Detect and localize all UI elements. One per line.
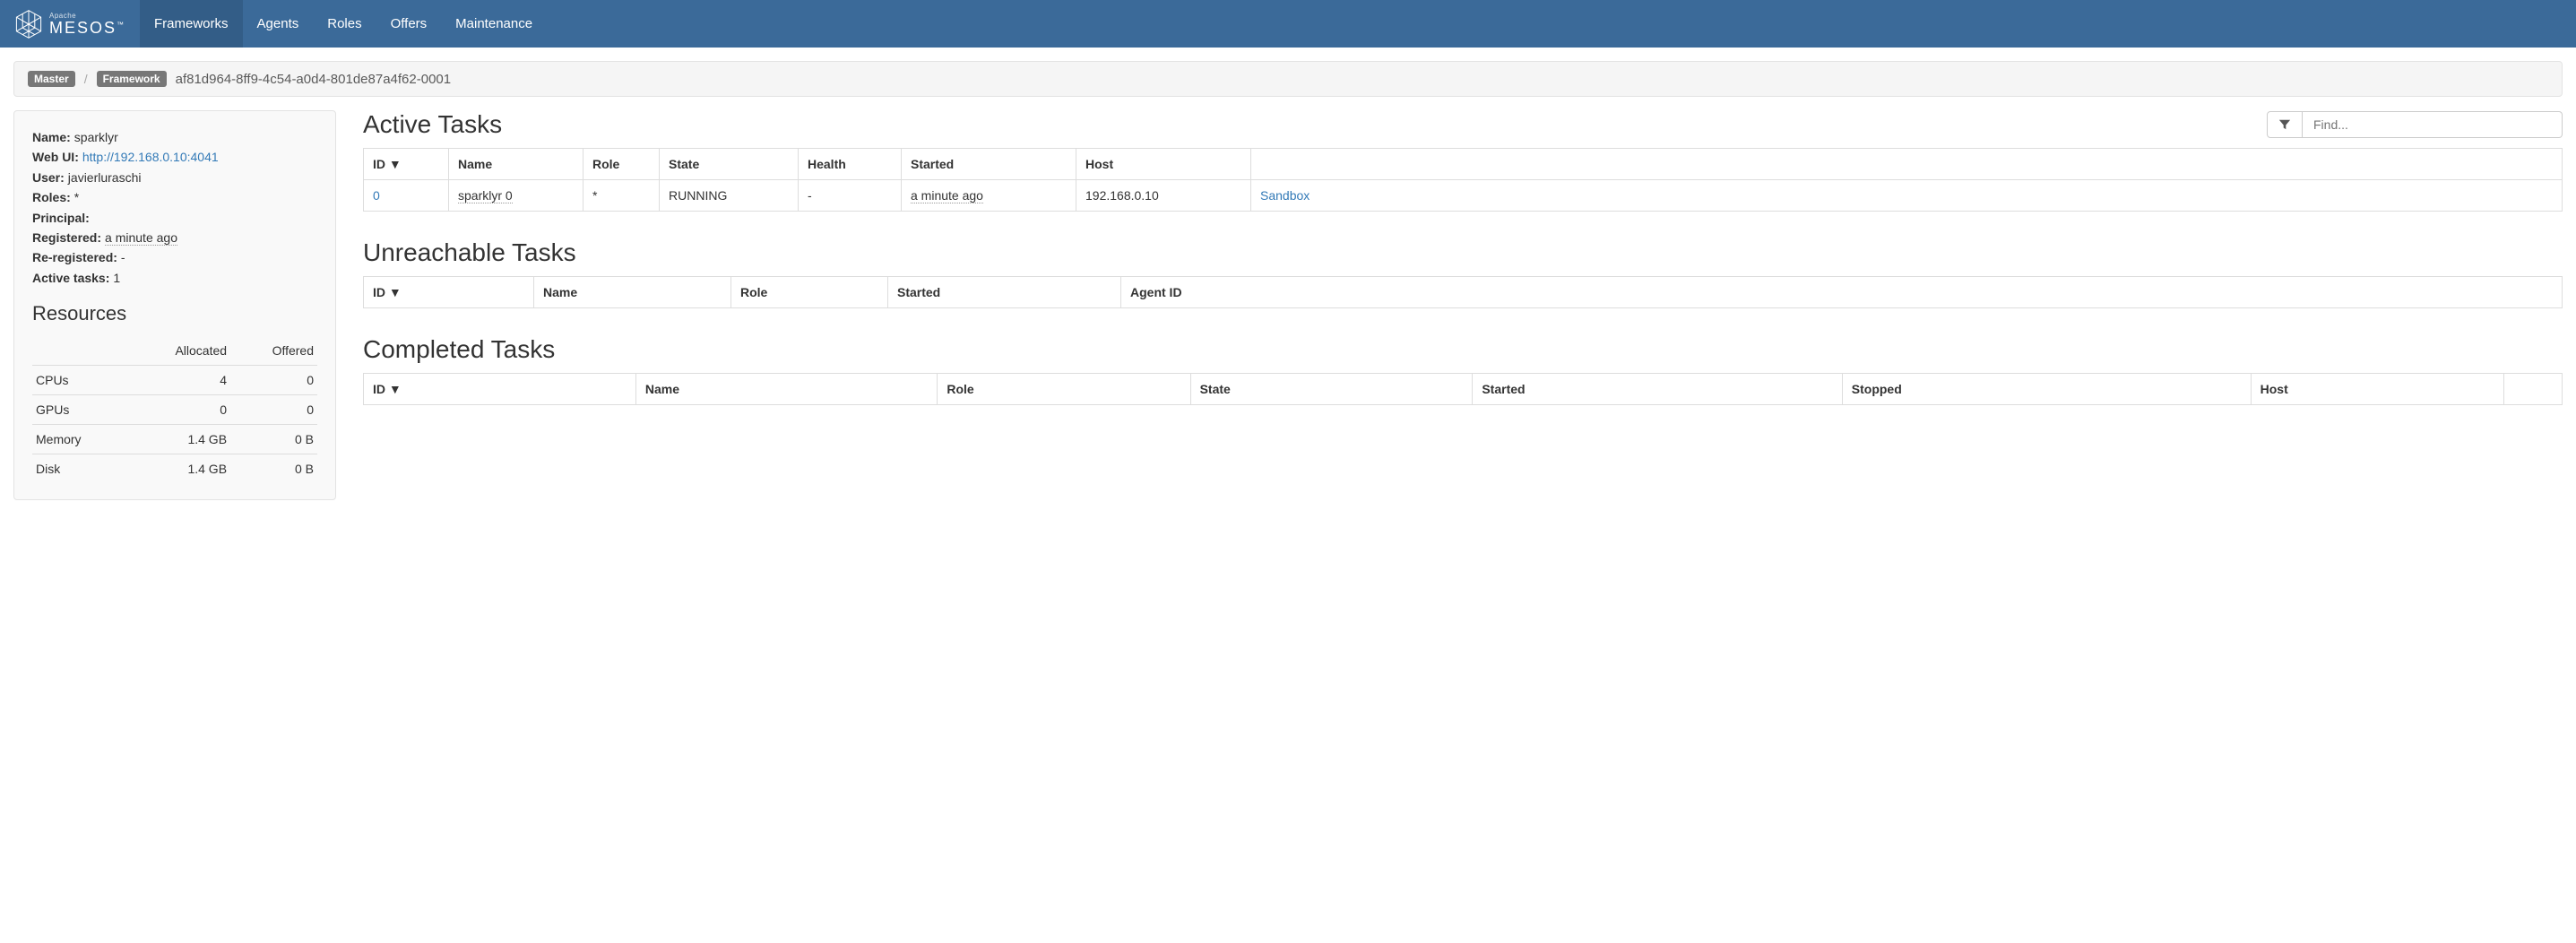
crumb-sep: / <box>84 72 88 86</box>
unreach-col-agent-id[interactable]: Agent ID <box>1121 277 2563 308</box>
nav-roles[interactable]: Roles <box>313 0 376 48</box>
col-offered: Offered <box>230 336 317 366</box>
col-allocated: Allocated <box>125 336 230 366</box>
mesos-cube-icon <box>13 9 44 39</box>
value-active-tasks: 1 <box>113 271 120 285</box>
crumb-master[interactable]: Master <box>28 71 75 87</box>
unreachable-tasks-table: ID ▼ Name Role Started Agent ID <box>363 276 2563 308</box>
comp-col-name[interactable]: Name <box>635 374 937 405</box>
framework-info-panel: Name:sparklyr Web UI:http://192.168.0.10… <box>13 110 336 500</box>
label-roles: Roles: <box>32 190 71 204</box>
label-name: Name: <box>32 130 71 144</box>
unreach-col-id[interactable]: ID ▼ <box>364 277 534 308</box>
active-task-sandbox[interactable]: Sandbox <box>1260 188 1310 203</box>
active-task-started: a minute ago <box>911 188 983 203</box>
value-registered: a minute ago <box>105 230 177 246</box>
active-col-host[interactable]: Host <box>1076 149 1251 180</box>
nav-offers[interactable]: Offers <box>376 0 442 48</box>
crumb-framework-id: af81d964-8ff9-4c54-a0d4-801de87a4f62-000… <box>176 72 452 87</box>
active-task-health: - <box>799 180 902 212</box>
value-web-ui[interactable]: http://192.168.0.10:4041 <box>82 150 219 164</box>
comp-col-stopped[interactable]: Stopped <box>1842 374 2251 405</box>
main-content: Active Tasks ID ▼ Name Role State Health… <box>363 110 2563 500</box>
active-task-role: * <box>583 180 660 212</box>
filter-input[interactable] <box>2303 111 2563 138</box>
comp-col-state[interactable]: State <box>1190 374 1473 405</box>
navbar: Apache MESOS™ Frameworks Agents Roles Of… <box>0 0 2576 48</box>
unreachable-tasks-heading: Unreachable Tasks <box>363 238 2563 267</box>
active-col-state[interactable]: State <box>660 149 799 180</box>
breadcrumb: Master / Framework af81d964-8ff9-4c54-a0… <box>13 61 2563 97</box>
comp-col-role[interactable]: Role <box>938 374 1190 405</box>
nav-frameworks[interactable]: Frameworks <box>140 0 243 48</box>
comp-col-started[interactable]: Started <box>1473 374 1842 405</box>
active-task-id[interactable]: 0 <box>373 188 380 203</box>
completed-tasks-table: ID ▼ Name Role State Started Stopped Hos… <box>363 373 2563 405</box>
unreach-col-started[interactable]: Started <box>888 277 1121 308</box>
active-task-state: RUNNING <box>660 180 799 212</box>
funnel-icon <box>2278 118 2291 131</box>
filter-button[interactable] <box>2267 111 2303 138</box>
sidebar: Name:sparklyr Web UI:http://192.168.0.10… <box>13 110 336 500</box>
value-re-registered: - <box>121 250 125 264</box>
active-col-id[interactable]: ID ▼ <box>364 149 449 180</box>
resources-heading: Resources <box>32 302 317 325</box>
resource-row-memory: Memory 1.4 GB 0 B <box>32 425 317 454</box>
resources-table: Allocated Offered CPUs 4 0 GPUs 0 0 <box>32 336 317 483</box>
value-name: sparklyr <box>74 130 118 144</box>
nav-agents[interactable]: Agents <box>243 0 314 48</box>
filter-group <box>2267 111 2563 138</box>
unreach-col-name[interactable]: Name <box>534 277 731 308</box>
resource-row-cpus: CPUs 4 0 <box>32 366 317 395</box>
completed-tasks-heading: Completed Tasks <box>363 335 2563 364</box>
value-roles: * <box>74 190 79 204</box>
active-col-name[interactable]: Name <box>449 149 583 180</box>
active-tasks-heading: Active Tasks <box>363 110 502 139</box>
active-col-health[interactable]: Health <box>799 149 902 180</box>
comp-col-id[interactable]: ID ▼ <box>364 374 636 405</box>
nav-maintenance[interactable]: Maintenance <box>441 0 547 48</box>
mesos-logo[interactable]: Apache MESOS™ <box>13 9 125 39</box>
label-user: User: <box>32 170 65 185</box>
label-web-ui: Web UI: <box>32 150 79 164</box>
logo-text: Apache MESOS™ <box>49 13 125 36</box>
active-task-row: 0 sparklyr 0 * RUNNING - a minute ago 19… <box>364 180 2563 212</box>
label-re-registered: Re-registered: <box>32 250 117 264</box>
crumb-framework[interactable]: Framework <box>97 71 167 87</box>
nav-links: Frameworks Agents Roles Offers Maintenan… <box>140 0 547 48</box>
resource-row-gpus: GPUs 0 0 <box>32 395 317 425</box>
active-col-sandbox <box>1251 149 2563 180</box>
active-col-role[interactable]: Role <box>583 149 660 180</box>
active-tasks-table: ID ▼ Name Role State Health Started Host… <box>363 148 2563 212</box>
comp-col-extra <box>2503 374 2562 405</box>
unreach-col-role[interactable]: Role <box>731 277 888 308</box>
resource-row-disk: Disk 1.4 GB 0 B <box>32 454 317 484</box>
active-task-host: 192.168.0.10 <box>1076 180 1251 212</box>
comp-col-host[interactable]: Host <box>2251 374 2503 405</box>
value-user: javierluraschi <box>68 170 142 185</box>
label-principal: Principal: <box>32 211 90 225</box>
active-task-name: sparklyr 0 <box>458 188 513 203</box>
label-active-tasks: Active tasks: <box>32 271 109 285</box>
active-col-started[interactable]: Started <box>902 149 1076 180</box>
label-registered: Registered: <box>32 230 101 245</box>
